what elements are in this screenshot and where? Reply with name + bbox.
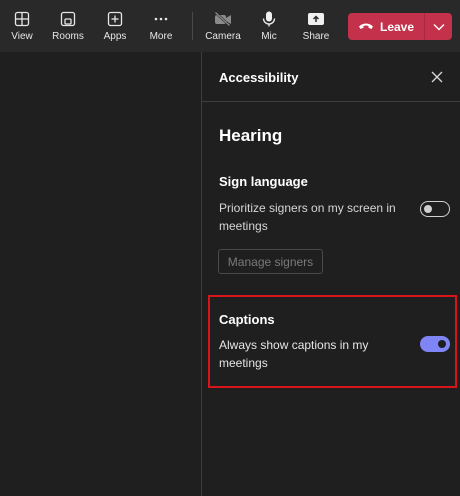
toggle-knob	[424, 205, 432, 213]
more-label: More	[149, 31, 173, 42]
prioritize-signers-toggle[interactable]	[420, 201, 450, 217]
captions-heading: Captions	[219, 312, 275, 327]
manage-signers-button[interactable]: Manage signers	[218, 249, 323, 274]
leave-label: Leave	[379, 19, 415, 34]
more-button[interactable]: More	[146, 0, 176, 52]
rooms-label: Rooms	[52, 31, 84, 42]
share-label: Share	[302, 31, 330, 42]
close-icon[interactable]	[430, 70, 444, 84]
hang-up-icon	[358, 18, 374, 36]
camera-label: Camera	[205, 31, 241, 42]
camera-button[interactable]: Camera	[204, 0, 242, 52]
rooms-icon	[60, 11, 76, 27]
captions-description: Always show captions in my meetings	[219, 338, 369, 370]
mic-icon	[262, 11, 276, 27]
leave-button-group: Leave	[348, 13, 452, 40]
meeting-stage	[0, 52, 201, 496]
view-label: View	[11, 31, 33, 42]
camera-off-icon	[214, 11, 232, 27]
toggle-knob	[438, 340, 446, 348]
panel-title: Accessibility	[219, 70, 299, 85]
apps-button[interactable]: Apps	[100, 0, 130, 52]
apps-plus-icon	[107, 11, 123, 27]
rooms-button[interactable]: Rooms	[52, 0, 84, 52]
panel-header: Accessibility	[202, 52, 460, 102]
leave-options-dropdown[interactable]	[425, 13, 452, 40]
view-grid-icon	[14, 11, 30, 27]
more-dots-icon	[153, 11, 169, 27]
meeting-toolbar: View Rooms Apps More Camera Mic Share Le…	[0, 0, 460, 52]
share-screen-icon	[307, 11, 325, 27]
accessibility-panel: Accessibility Hearing Sign language Prio…	[202, 52, 460, 496]
sign-language-description: Prioritize signers on my screen in meeti…	[219, 201, 396, 233]
share-button[interactable]: Share	[301, 0, 331, 52]
toolbar-divider	[192, 12, 193, 40]
apps-label: Apps	[103, 31, 127, 42]
mic-label: Mic	[261, 31, 277, 42]
section-heading-hearing: Hearing	[219, 126, 283, 145]
chevron-down-icon	[433, 18, 445, 36]
always-show-captions-toggle[interactable]	[420, 336, 450, 352]
mic-button[interactable]: Mic	[257, 0, 281, 52]
leave-button[interactable]: Leave	[348, 13, 424, 40]
sign-language-heading: Sign language	[219, 174, 308, 189]
view-button[interactable]: View	[8, 0, 36, 52]
